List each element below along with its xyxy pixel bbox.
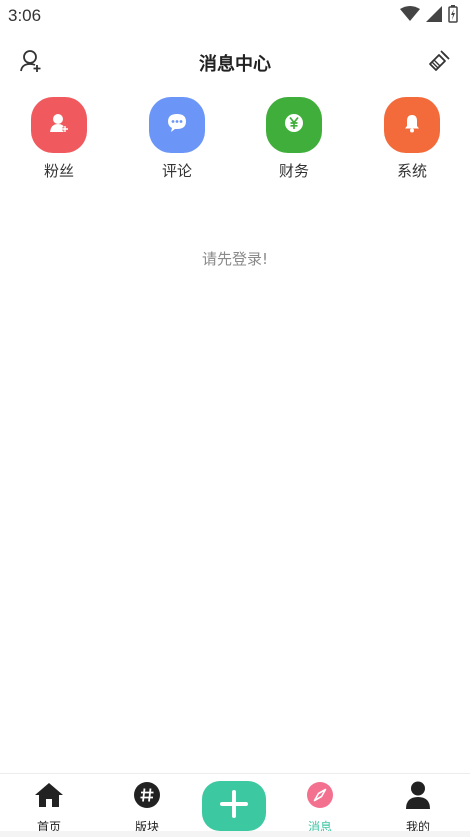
status-bar: 3:06 (0, 0, 470, 32)
home-indicator-area (0, 831, 470, 837)
category-comments-label: 评论 (161, 162, 192, 180)
status-time: 3:06 (8, 6, 42, 25)
add-user-button[interactable] (19, 49, 43, 77)
cell-signal-icon (426, 6, 442, 26)
category-system-badge (384, 97, 440, 153)
bell-icon (401, 112, 423, 138)
create-post-button[interactable] (202, 781, 266, 831)
category-comments[interactable]: 评论 (137, 97, 217, 181)
category-finance-badge (266, 97, 322, 153)
category-finance[interactable]: 财务 (254, 97, 334, 181)
add-user-icon (20, 49, 42, 77)
category-finance-label: 财务 (278, 162, 309, 180)
tab-profile[interactable]: 我的 (388, 780, 448, 835)
category-fans[interactable]: 粉丝 (19, 97, 99, 181)
login-prompt: 请先登录! (201, 250, 268, 268)
person-icon (403, 780, 433, 810)
chat-bubble-icon (166, 112, 188, 138)
compass-icon (305, 780, 335, 810)
page-title: 消息中心 (199, 54, 271, 75)
bottom-tabbar: 首页 版块 消息 我的 (0, 773, 470, 837)
status-icons (400, 5, 458, 27)
category-system-label: 系统 (396, 162, 427, 180)
category-system[interactable]: 系统 (372, 97, 452, 181)
plus-icon (219, 789, 249, 823)
battery-charging-icon (448, 5, 458, 27)
yen-coin-icon (283, 112, 305, 138)
user-plus-icon (48, 112, 70, 138)
category-comments-badge (149, 97, 205, 153)
tab-sections[interactable]: 版块 (117, 780, 177, 835)
wifi-icon (400, 6, 420, 26)
category-fans-badge (31, 97, 87, 153)
home-icon (34, 780, 64, 810)
header: 消息中心 (0, 40, 470, 86)
tab-messages[interactable]: 消息 (290, 780, 350, 835)
hashtag-icon (132, 780, 162, 810)
broom-icon (427, 49, 451, 77)
category-fans-label: 粉丝 (43, 162, 74, 180)
message-categories: 粉丝 评论 财务 系统 (0, 97, 470, 187)
tab-home[interactable]: 首页 (19, 780, 79, 835)
clear-all-button[interactable] (427, 49, 451, 77)
screen: 3:06 消息中心 粉丝 评论 财务 系统 请先登录! 首页 版块 消息 我的 (0, 0, 470, 837)
